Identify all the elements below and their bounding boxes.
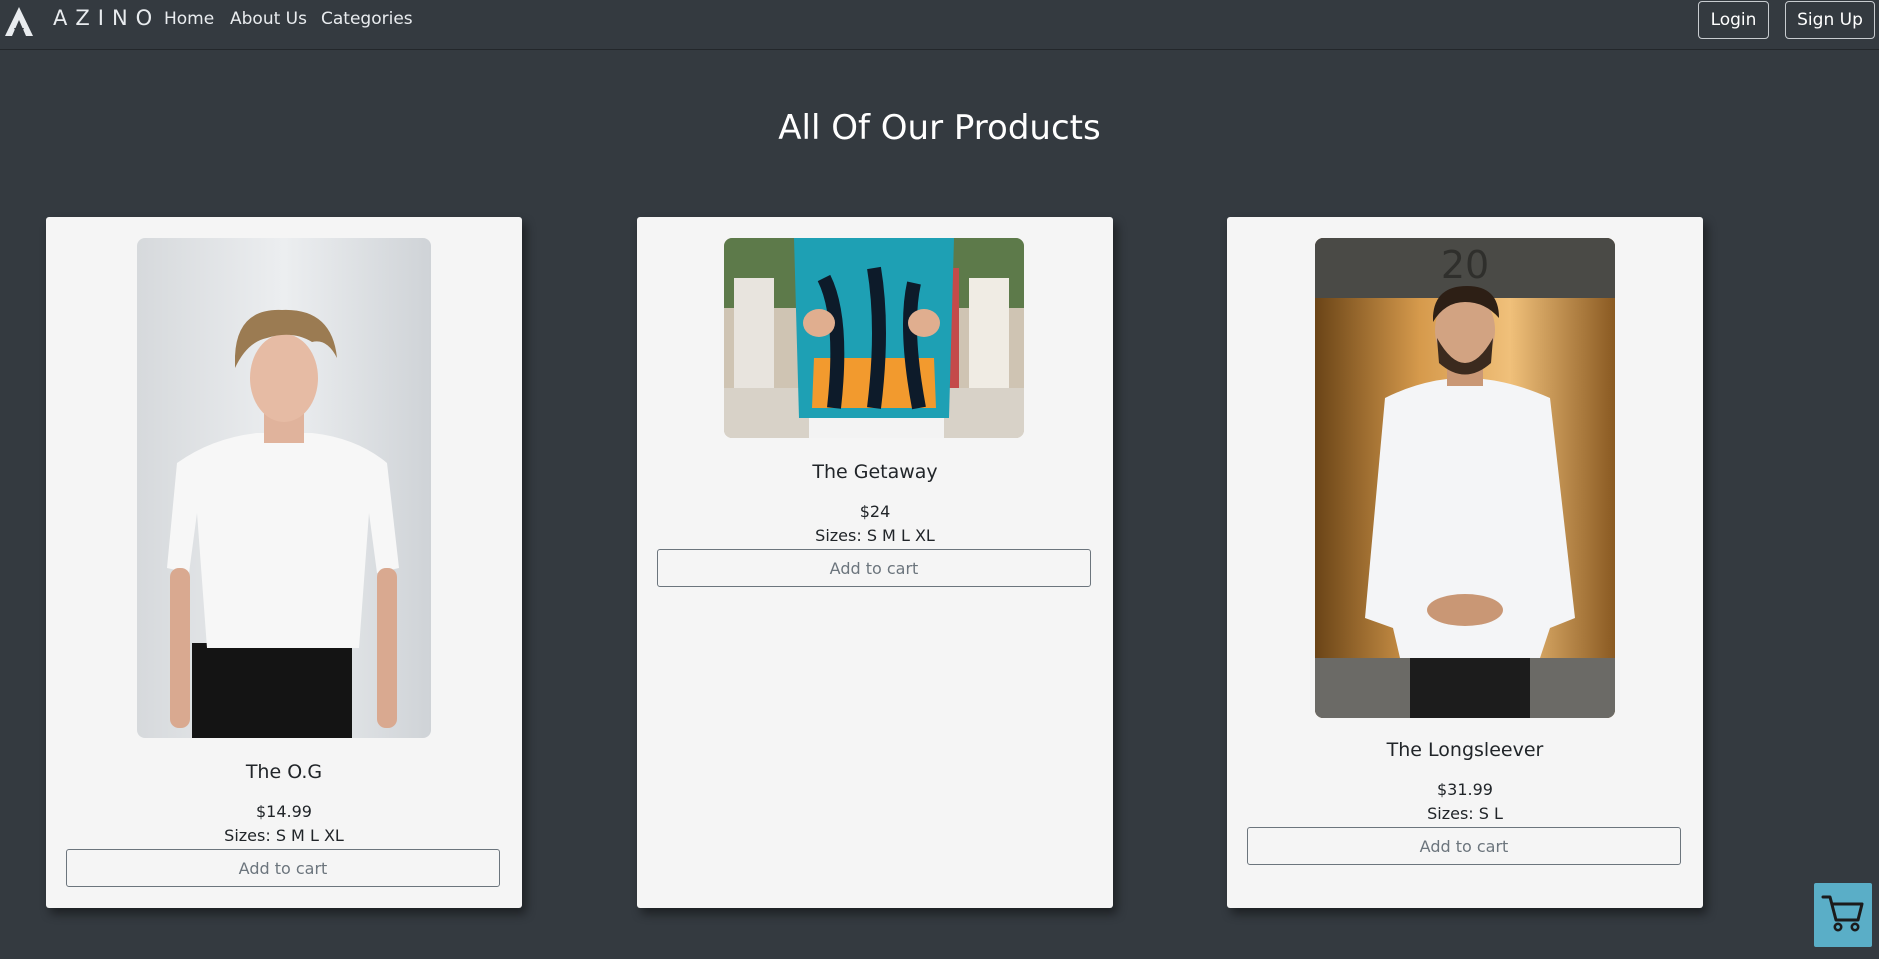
product-price: $24 bbox=[859, 502, 891, 521]
signup-button[interactable]: Sign Up bbox=[1785, 1, 1875, 39]
add-to-cart-button[interactable]: Add to cart bbox=[1247, 827, 1681, 865]
product-sizes: Sizes: S M L XL bbox=[224, 826, 344, 845]
product-name: The Getaway bbox=[812, 461, 938, 483]
product-image bbox=[137, 238, 431, 738]
nav-link-categories[interactable]: Categories bbox=[321, 9, 413, 29]
page-title: All Of Our Products bbox=[778, 108, 1101, 148]
login-button[interactable]: Login bbox=[1698, 1, 1769, 39]
product-name: The Longsleever bbox=[1386, 739, 1544, 761]
navbar: AZINO Home About Us Categories Login Sig… bbox=[0, 0, 1879, 50]
add-to-cart-button[interactable]: Add to cart bbox=[657, 549, 1091, 587]
product-card: The Getaway $24 Sizes: S M L XL Add to c… bbox=[637, 217, 1113, 908]
shopping-cart-icon bbox=[1821, 893, 1865, 937]
product-price: $31.99 bbox=[1437, 780, 1493, 799]
product-image: 20 bbox=[1315, 238, 1615, 718]
nav-link-about-us[interactable]: About Us bbox=[230, 9, 307, 29]
floating-cart-button[interactable] bbox=[1814, 883, 1872, 947]
product-sizes: Sizes: S L bbox=[1427, 804, 1503, 823]
product-card: 20 The Longsleever $31.99 Sizes: S L Add… bbox=[1227, 217, 1703, 908]
product-sizes: Sizes: S M L XL bbox=[815, 526, 935, 545]
product-name: The O.G bbox=[245, 761, 323, 783]
add-to-cart-button[interactable]: Add to cart bbox=[66, 849, 500, 887]
nav-link-home[interactable]: Home bbox=[164, 9, 214, 29]
product-image bbox=[724, 238, 1024, 438]
product-price: $14.99 bbox=[256, 802, 312, 821]
brand-logo-icon[interactable] bbox=[4, 6, 34, 37]
svg-text:20: 20 bbox=[1441, 243, 1489, 287]
product-card: The O.G $14.99 Sizes: S M L XL Add to ca… bbox=[46, 217, 522, 908]
brand-name[interactable]: AZINO bbox=[53, 6, 160, 30]
